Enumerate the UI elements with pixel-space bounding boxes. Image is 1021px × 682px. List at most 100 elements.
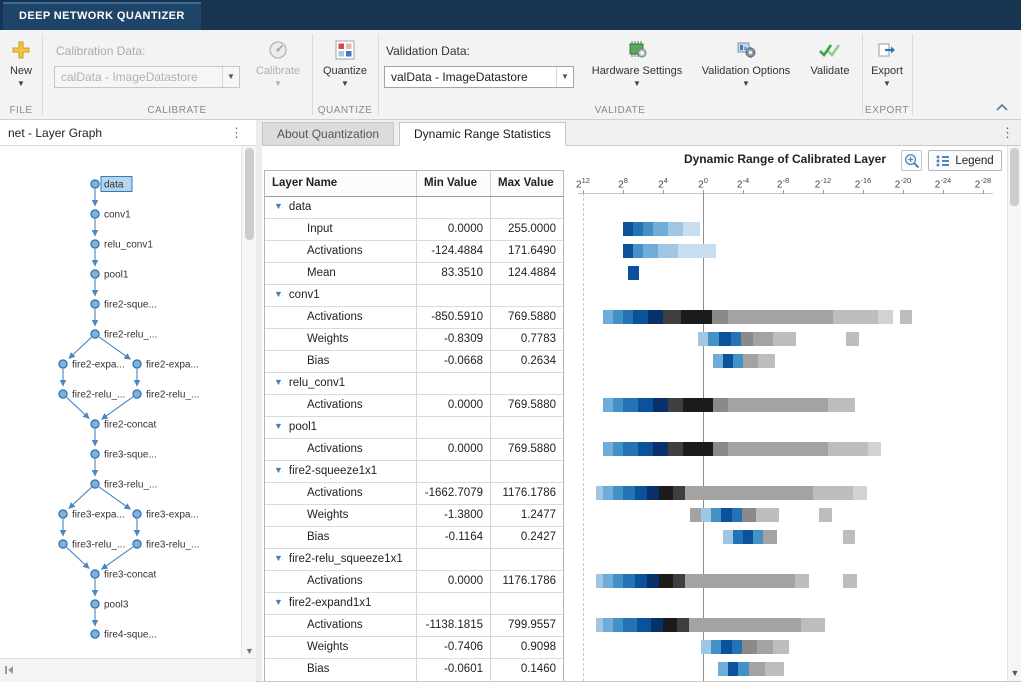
column-header-min-value[interactable]: Min Value xyxy=(417,171,491,196)
scrollbar-thumb[interactable] xyxy=(1010,148,1019,206)
column-header-max-value[interactable]: Max Value xyxy=(491,171,563,196)
layer-node-label[interactable]: fire2-sque... xyxy=(104,300,157,311)
layer-node-label[interactable]: fire3-relu_... xyxy=(104,480,157,491)
layer-node-label[interactable]: fire4-sque... xyxy=(104,630,157,641)
table-row[interactable]: Activations0.0000769.5880 xyxy=(265,395,563,417)
layer-node[interactable] xyxy=(91,570,99,578)
panel-menu-icon[interactable]: ⋮ xyxy=(230,125,242,141)
layer-node[interactable] xyxy=(91,630,99,638)
layer-node[interactable] xyxy=(91,180,99,188)
layer-graph-vertical-scrollbar[interactable]: ▼ xyxy=(241,146,256,658)
cell-layer-name: Activations xyxy=(265,395,417,416)
table-row[interactable]: Weights-1.38001.2477 xyxy=(265,505,563,527)
validation-data-combobox[interactable]: valData - ImageDatastore ▼ xyxy=(384,66,574,88)
table-row-layer-group[interactable]: ▼relu_conv1 xyxy=(265,373,563,395)
table-row[interactable]: Activations-850.5910769.5880 xyxy=(265,307,563,329)
table-row[interactable]: Bias-0.06010.1460 xyxy=(265,659,563,681)
table-row[interactable]: Weights-0.74060.9098 xyxy=(265,637,563,659)
tabbar-menu-icon[interactable]: ⋮ xyxy=(1001,125,1013,141)
calibration-data-combobox[interactable]: calData - ImageDatastore ▼ xyxy=(54,66,240,88)
collapse-triangle-icon[interactable]: ▼ xyxy=(274,417,283,437)
export-button[interactable]: Export ▼ xyxy=(865,34,909,98)
table-row[interactable]: Weights-0.83090.7783 xyxy=(265,329,563,351)
layer-node-label[interactable]: fire3-expa... xyxy=(72,510,125,521)
table-row-layer-group[interactable]: ▼data xyxy=(265,197,563,219)
quantize-button[interactable]: Quantize ▼ xyxy=(315,34,375,98)
collapse-triangle-icon[interactable]: ▼ xyxy=(274,461,283,481)
layer-node-label[interactable]: fire3-relu_... xyxy=(72,540,125,551)
layer-node[interactable] xyxy=(133,360,141,368)
collapse-triangle-icon[interactable]: ▼ xyxy=(274,373,283,393)
layer-node[interactable] xyxy=(91,300,99,308)
layer-node-label[interactable]: fire2-relu_... xyxy=(104,330,157,341)
layer-node[interactable] xyxy=(91,480,99,488)
layer-node-label[interactable]: fire2-expa... xyxy=(72,360,125,371)
layer-node-label[interactable]: data xyxy=(104,180,124,191)
scroll-down-arrow[interactable]: ▼ xyxy=(1008,668,1021,678)
table-row[interactable]: Activations0.00001176.1786 xyxy=(265,571,563,593)
range-bar-segment xyxy=(701,508,711,522)
layer-node-label[interactable]: fire3-expa... xyxy=(146,510,199,521)
new-button[interactable]: New ▼ xyxy=(2,34,40,98)
hardware-settings-button[interactable]: Hardware Settings ▼ xyxy=(590,34,684,98)
layer-node[interactable] xyxy=(91,270,99,278)
layer-node-label[interactable]: fire3-concat xyxy=(104,570,156,581)
layer-graph-horizontal-scrollbar[interactable] xyxy=(0,658,256,682)
layer-node-label[interactable]: fire2-relu_... xyxy=(72,390,125,401)
chart-vertical-scrollbar[interactable]: ▼ xyxy=(1007,146,1021,681)
app-tab-deep-network-quantizer[interactable]: DEEP NETWORK QUANTIZER xyxy=(3,2,201,30)
collapse-triangle-icon[interactable]: ▼ xyxy=(274,549,283,569)
layer-node-label[interactable]: pool1 xyxy=(104,270,129,281)
layer-node[interactable] xyxy=(91,210,99,218)
table-row-layer-group[interactable]: ▼fire2-squeeze1x1 xyxy=(265,461,563,483)
layer-node[interactable] xyxy=(59,510,67,518)
range-bar-segment xyxy=(623,222,633,236)
layer-node[interactable] xyxy=(133,510,141,518)
layer-node[interactable] xyxy=(133,540,141,548)
range-bar-segment xyxy=(613,618,623,632)
table-row-layer-group[interactable]: ▼fire2-relu_squeeze1x1 xyxy=(265,549,563,571)
layer-node[interactable] xyxy=(91,330,99,338)
layer-node-label[interactable]: fire3-sque... xyxy=(104,450,157,461)
table-row[interactable]: Activations-1662.70791176.1786 xyxy=(265,483,563,505)
layer-node[interactable] xyxy=(91,240,99,248)
layer-node-label[interactable]: fire2-expa... xyxy=(146,360,199,371)
table-row-layer-group[interactable]: ▼conv1 xyxy=(265,285,563,307)
table-row[interactable]: Mean83.3510124.4884 xyxy=(265,263,563,285)
tab-dynamic-range-statistics[interactable]: Dynamic Range Statistics xyxy=(399,122,566,146)
validation-options-button[interactable]: Validation Options ▼ xyxy=(696,34,796,98)
layer-node[interactable] xyxy=(91,420,99,428)
layer-graph-canvas[interactable]: data conv1 relu_conv1 pool1 fire2-sque... fir… xyxy=(0,146,256,658)
layer-node-label[interactable]: fire2-relu_... xyxy=(146,390,199,401)
layer-node[interactable] xyxy=(91,450,99,458)
layer-node[interactable] xyxy=(59,360,67,368)
table-row[interactable]: Bias-0.06680.2634 xyxy=(265,351,563,373)
collapse-triangle-icon[interactable]: ▼ xyxy=(274,593,283,613)
layer-node-label[interactable]: pool3 xyxy=(104,600,129,611)
layer-node-label[interactable]: fire2-concat xyxy=(104,420,156,431)
calibrate-button[interactable]: Calibrate ▼ xyxy=(250,34,306,98)
layer-node-label[interactable]: fire3-relu_... xyxy=(146,540,199,551)
collapse-toolbar-icon[interactable] xyxy=(995,101,1011,113)
scroll-down-arrow[interactable]: ▼ xyxy=(242,646,257,656)
collapse-triangle-icon[interactable]: ▼ xyxy=(274,197,283,217)
table-row[interactable]: Input0.0000255.0000 xyxy=(265,219,563,241)
table-row[interactable]: Bias-0.11640.2427 xyxy=(265,527,563,549)
table-row-layer-group[interactable]: ▼fire2-expand1x1 xyxy=(265,593,563,615)
validate-button[interactable]: Validate xyxy=(803,34,857,98)
column-header-layer-name[interactable]: Layer Name xyxy=(265,171,417,196)
table-row[interactable]: Activations0.0000769.5880 xyxy=(265,439,563,461)
table-row[interactable]: Activations-124.4884171.6490 xyxy=(265,241,563,263)
layer-node-label[interactable]: relu_conv1 xyxy=(104,240,153,251)
table-row-layer-group[interactable]: ▼pool1 xyxy=(265,417,563,439)
collapse-triangle-icon[interactable]: ▼ xyxy=(274,285,283,305)
layer-node[interactable] xyxy=(59,540,67,548)
table-row[interactable]: Activations-1138.1815799.9557 xyxy=(265,615,563,637)
layer-node[interactable] xyxy=(59,390,67,398)
layer-node[interactable] xyxy=(133,390,141,398)
scrollbar-thumb[interactable] xyxy=(245,148,254,240)
tab-about-quantization[interactable]: About Quantization xyxy=(262,122,394,146)
layer-node[interactable] xyxy=(91,600,99,608)
scroll-to-start-icon[interactable] xyxy=(3,664,15,679)
layer-node-label[interactable]: conv1 xyxy=(104,210,131,221)
